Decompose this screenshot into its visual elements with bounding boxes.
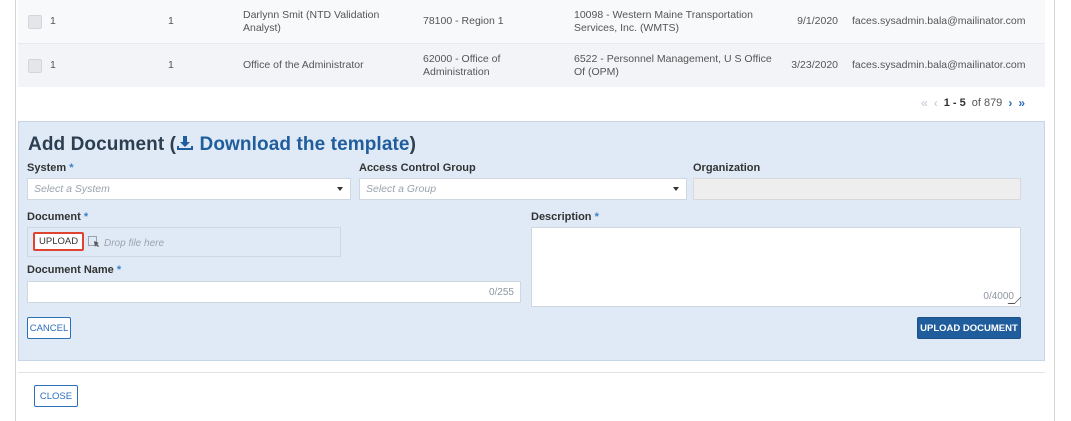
required-mark: * bbox=[116, 264, 122, 276]
cell-count-2: 1 bbox=[168, 15, 174, 27]
document-label: Document * bbox=[27, 211, 89, 223]
divider bbox=[18, 372, 1045, 373]
upload-button[interactable]: UPLOAD bbox=[33, 232, 85, 251]
cell-date: 3/23/2020 bbox=[791, 59, 838, 71]
drop-hint-text: Drop file here bbox=[104, 238, 165, 249]
file-drop-zone[interactable]: UPLOAD Drop file here bbox=[27, 227, 341, 257]
acg-label: Access Control Group bbox=[359, 162, 476, 174]
chevron-down-icon bbox=[337, 187, 343, 191]
table-row[interactable]: 1 1 Office of the Administrator 62000 - … bbox=[18, 44, 1045, 87]
cell-region: 78100 - Region 1 bbox=[423, 15, 504, 27]
panel-title-close: ) bbox=[409, 134, 417, 155]
download-template-link[interactable]: Download the template bbox=[176, 134, 409, 155]
document-name-counter: 0/255 bbox=[488, 286, 514, 298]
cell-email: faces.sysadmin.bala@mailinator.com bbox=[852, 59, 1026, 71]
download-icon bbox=[176, 135, 194, 157]
chevron-right-icon[interactable]: › bbox=[1008, 96, 1012, 110]
cell-date: 9/1/2020 bbox=[797, 15, 838, 27]
system-label: System * bbox=[27, 162, 74, 174]
cancel-button[interactable]: CANCEL bbox=[27, 317, 71, 339]
panel-title: Add Document ( Download the template) bbox=[28, 134, 416, 157]
cell-user: Darlynn Smit (NTD Validation Analyst) bbox=[243, 8, 380, 34]
description-label: Description * bbox=[531, 211, 599, 223]
download-template-text: Download the template bbox=[199, 134, 410, 155]
acg-placeholder: Select a Group bbox=[366, 183, 437, 195]
cell-organization: 6522 - Personnel Management, U S Office … bbox=[574, 52, 772, 78]
cell-email: faces.sysadmin.bala@mailinator.com bbox=[852, 15, 1026, 27]
page-range: 1 - 5 bbox=[943, 97, 966, 109]
required-mark: * bbox=[594, 211, 599, 223]
double-chevron-right-icon[interactable]: » bbox=[1018, 96, 1025, 110]
file-cursor-icon bbox=[88, 236, 100, 251]
document-name-label: Document Name * bbox=[27, 264, 122, 276]
required-mark: * bbox=[69, 162, 74, 174]
access-control-group-select[interactable]: Select a Group bbox=[359, 178, 687, 200]
drop-hint: Drop file here bbox=[88, 236, 164, 251]
double-chevron-left-icon[interactable]: « bbox=[921, 96, 928, 110]
cell-user: Office of the Administrator bbox=[243, 59, 364, 71]
system-placeholder: Select a System bbox=[34, 183, 110, 195]
add-document-panel: Add Document ( Download the template) Sy… bbox=[18, 121, 1045, 361]
cell-region: 62000 - Office of Administration bbox=[423, 52, 501, 78]
row-checkbox[interactable] bbox=[28, 58, 42, 73]
organization-field bbox=[693, 178, 1021, 200]
chevron-left-icon[interactable]: ‹ bbox=[934, 96, 938, 110]
table-row[interactable]: 1 1 Darlynn Smit (NTD Validation Analyst… bbox=[18, 0, 1045, 44]
chevron-down-icon bbox=[673, 187, 679, 191]
upload-document-button[interactable]: UPLOAD DOCUMENT bbox=[917, 317, 1021, 339]
page-total: of 879 bbox=[971, 97, 1003, 109]
system-select[interactable]: Select a System bbox=[27, 178, 351, 200]
cell-organization: 10098 - Western Maine Transportation Ser… bbox=[574, 8, 753, 34]
close-button[interactable]: CLOSE bbox=[34, 385, 78, 407]
description-textarea[interactable]: 0/4000 bbox=[531, 227, 1022, 307]
cell-count: 1 bbox=[50, 59, 56, 71]
cell-count: 1 bbox=[50, 15, 56, 27]
pagination: « ‹ 1 - 5 of 879 › » bbox=[921, 96, 1025, 110]
organization-label: Organization bbox=[693, 162, 761, 174]
results-table: 1 1 Darlynn Smit (NTD Validation Analyst… bbox=[18, 0, 1045, 120]
row-checkbox[interactable] bbox=[28, 14, 42, 29]
required-mark: * bbox=[83, 211, 89, 223]
panel-title-text: Add Document ( bbox=[28, 134, 177, 155]
document-name-input[interactable]: 0/255 bbox=[27, 281, 521, 303]
cell-count-2: 1 bbox=[168, 59, 174, 71]
